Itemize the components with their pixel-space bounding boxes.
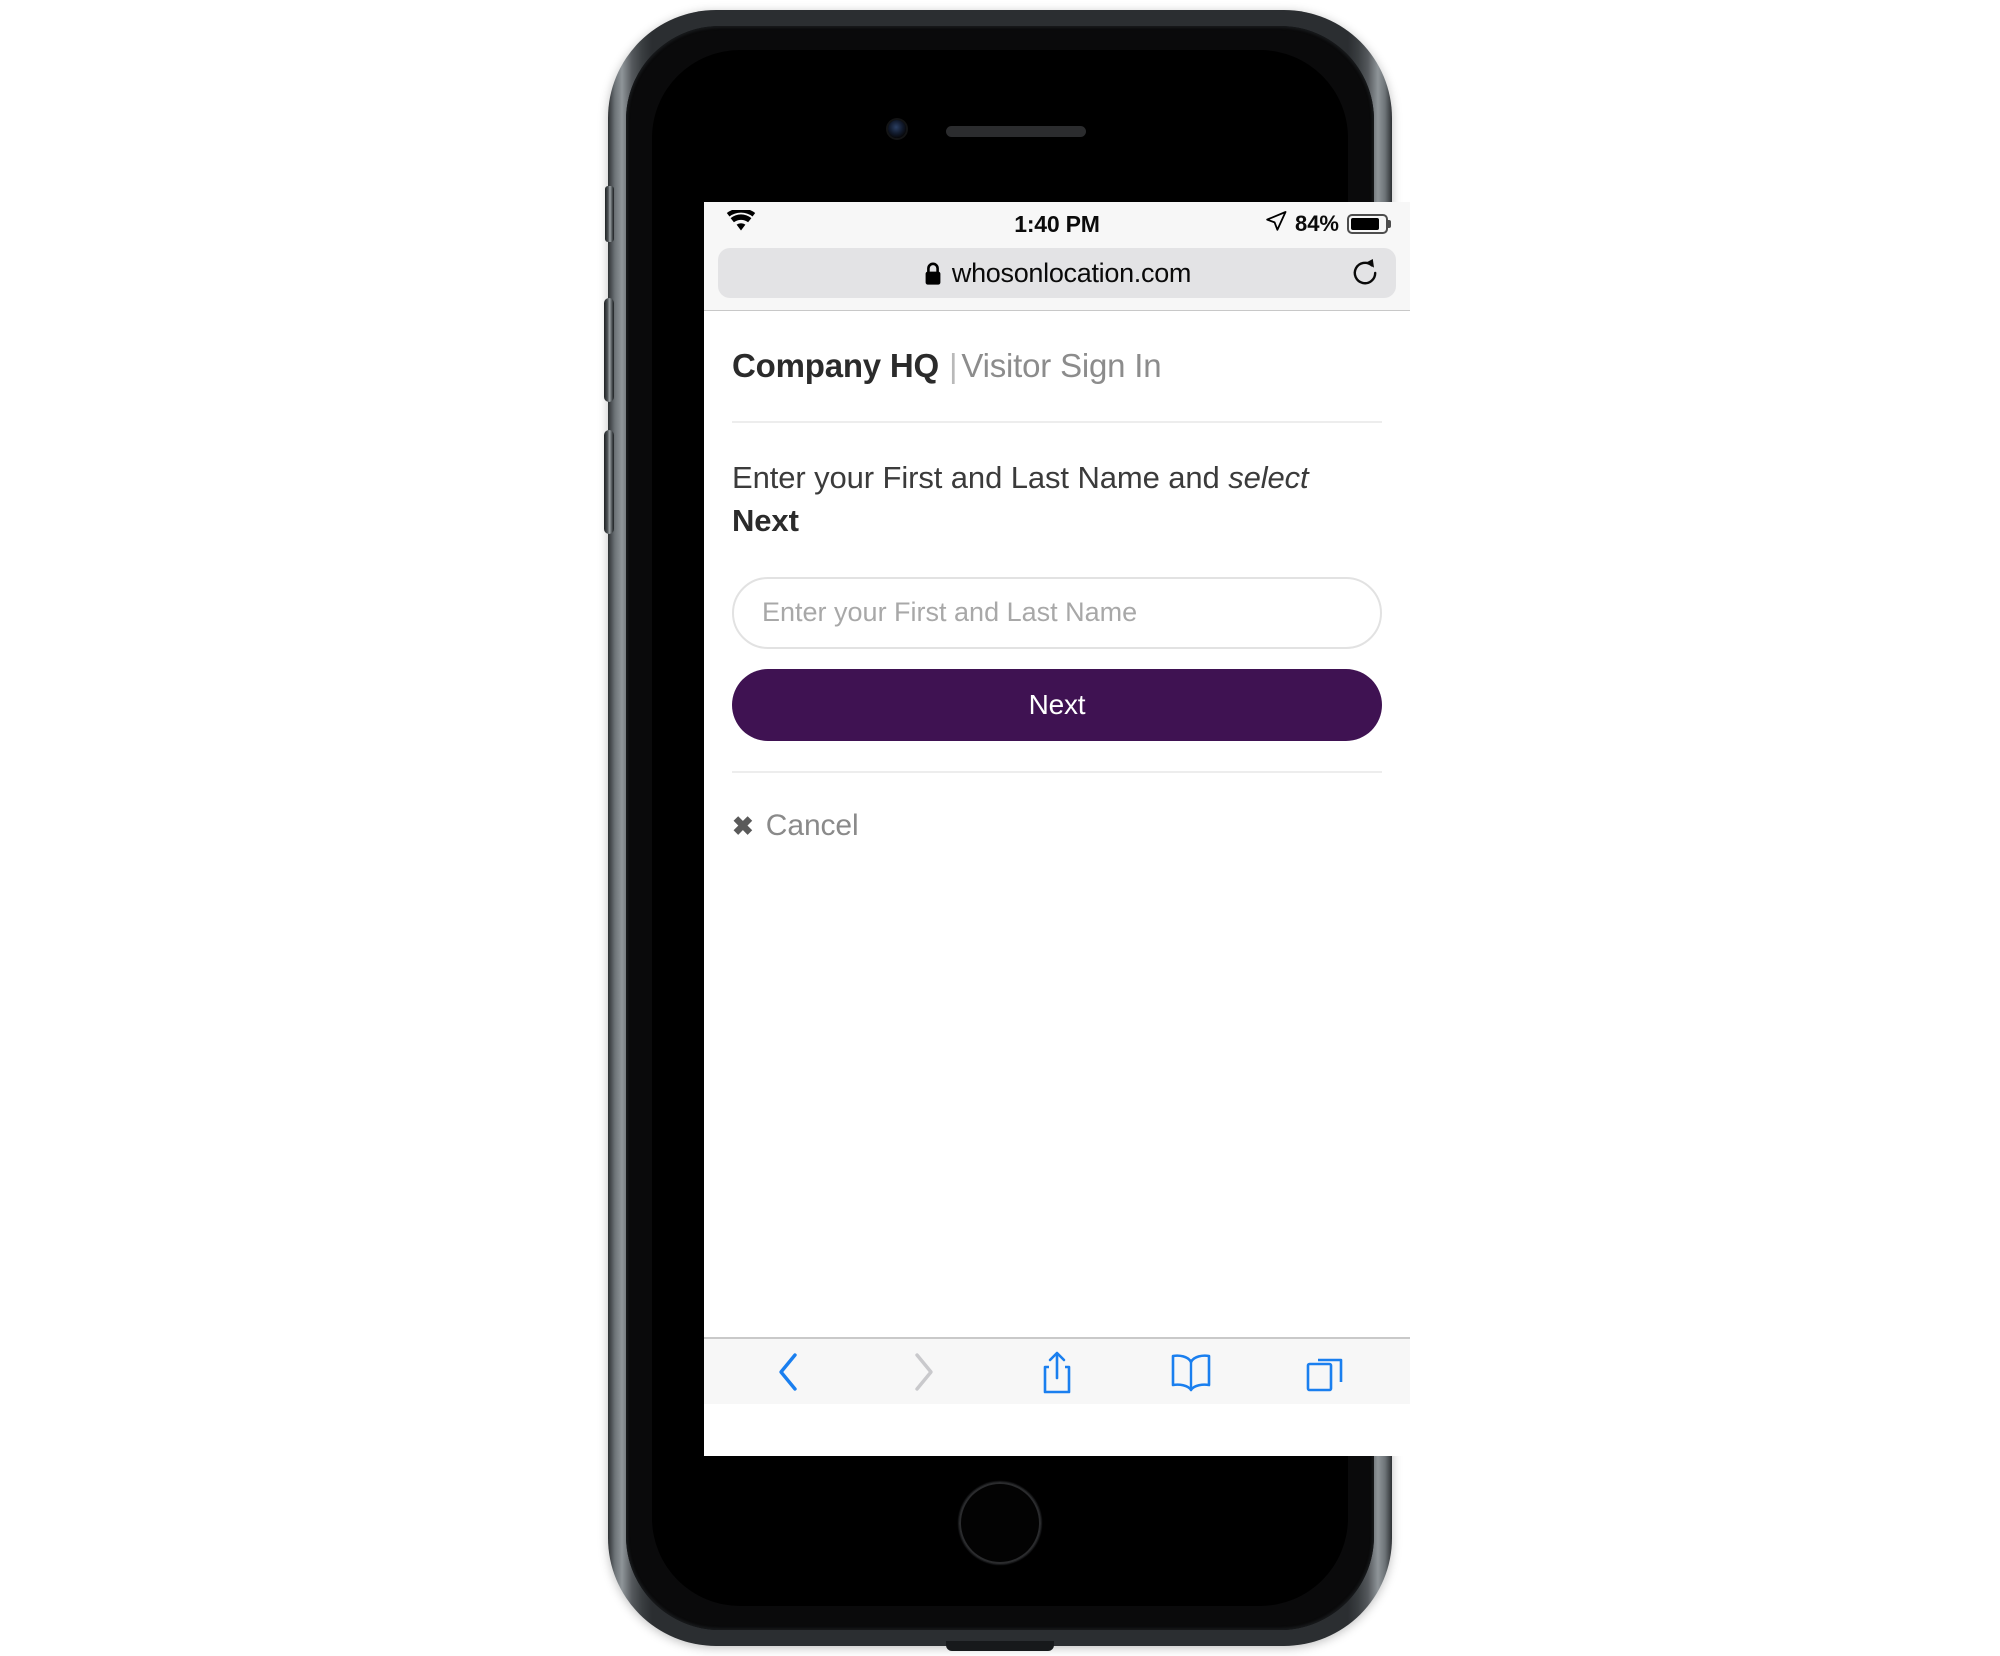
instruction-part-2-italic: select [1228, 460, 1309, 495]
battery-percent-label: 84% [1294, 211, 1339, 236]
tabs-icon[interactable] [1287, 1346, 1363, 1398]
ios-status-bar: 1:40 PM 84% [704, 202, 1410, 246]
safari-bottom-toolbar [704, 1337, 1410, 1404]
cancel-link[interactable]: ✖ Cancel [732, 809, 1382, 843]
bookmarks-book-icon[interactable] [1153, 1346, 1229, 1398]
instruction-part-1: Enter your First and Last Name and [732, 460, 1220, 495]
lock-icon [923, 261, 943, 286]
forward-chevron-icon [885, 1346, 961, 1398]
web-page-content: Company HQ | Visitor Sign In Enter your Fi… [704, 311, 1410, 1404]
volume-up-button[interactable] [604, 298, 614, 402]
header-divider [732, 421, 1382, 423]
safari-url-bar-container: whosonlocation.com [704, 246, 1410, 310]
reload-icon[interactable] [1350, 258, 1380, 288]
phone-bottom-notch [946, 1641, 1054, 1651]
form-divider [732, 770, 1382, 773]
phone-black-bezel: 1:40 PM 84% whosonlocation.com Company H… [652, 50, 1410, 1606]
volume-down-button[interactable] [604, 430, 614, 534]
home-button[interactable] [959, 1482, 1041, 1564]
name-input[interactable] [732, 576, 1382, 649]
phone-screen: 1:40 PM 84% whosonlocation.com Company H… [704, 202, 1410, 1456]
front-camera-icon [888, 120, 906, 138]
share-icon[interactable] [1019, 1346, 1095, 1398]
iphone-device-frame: 1:40 PM 84% whosonlocation.com Company H… [604, 10, 1410, 1651]
brand-name: Company HQ [732, 347, 940, 384]
location-arrow-icon [1265, 210, 1287, 238]
cancel-label: Cancel [765, 808, 859, 842]
status-bar-right: 84% [1265, 210, 1391, 238]
page-title: Company HQ | Visitor Sign In [732, 311, 1382, 385]
phone-inner-bezel: 1:40 PM 84% whosonlocation.com Company H… [626, 26, 1410, 1630]
earpiece-speaker-icon [946, 126, 1086, 137]
close-x-icon: ✖ [732, 810, 754, 841]
url-bar[interactable]: whosonlocation.com [718, 248, 1396, 298]
instruction-text: Enter your First and Last Name and selec… [732, 457, 1382, 543]
brand-separator: | [949, 347, 958, 384]
battery-icon [1347, 214, 1391, 234]
ringer-switch[interactable] [605, 186, 614, 242]
next-button[interactable]: Next [732, 668, 1382, 741]
instruction-part-3-bold: Next [732, 502, 799, 538]
brand-subtitle: Visitor Sign In [961, 347, 1162, 384]
back-chevron-icon[interactable] [751, 1346, 827, 1398]
url-text: whosonlocation.com [951, 257, 1192, 288]
